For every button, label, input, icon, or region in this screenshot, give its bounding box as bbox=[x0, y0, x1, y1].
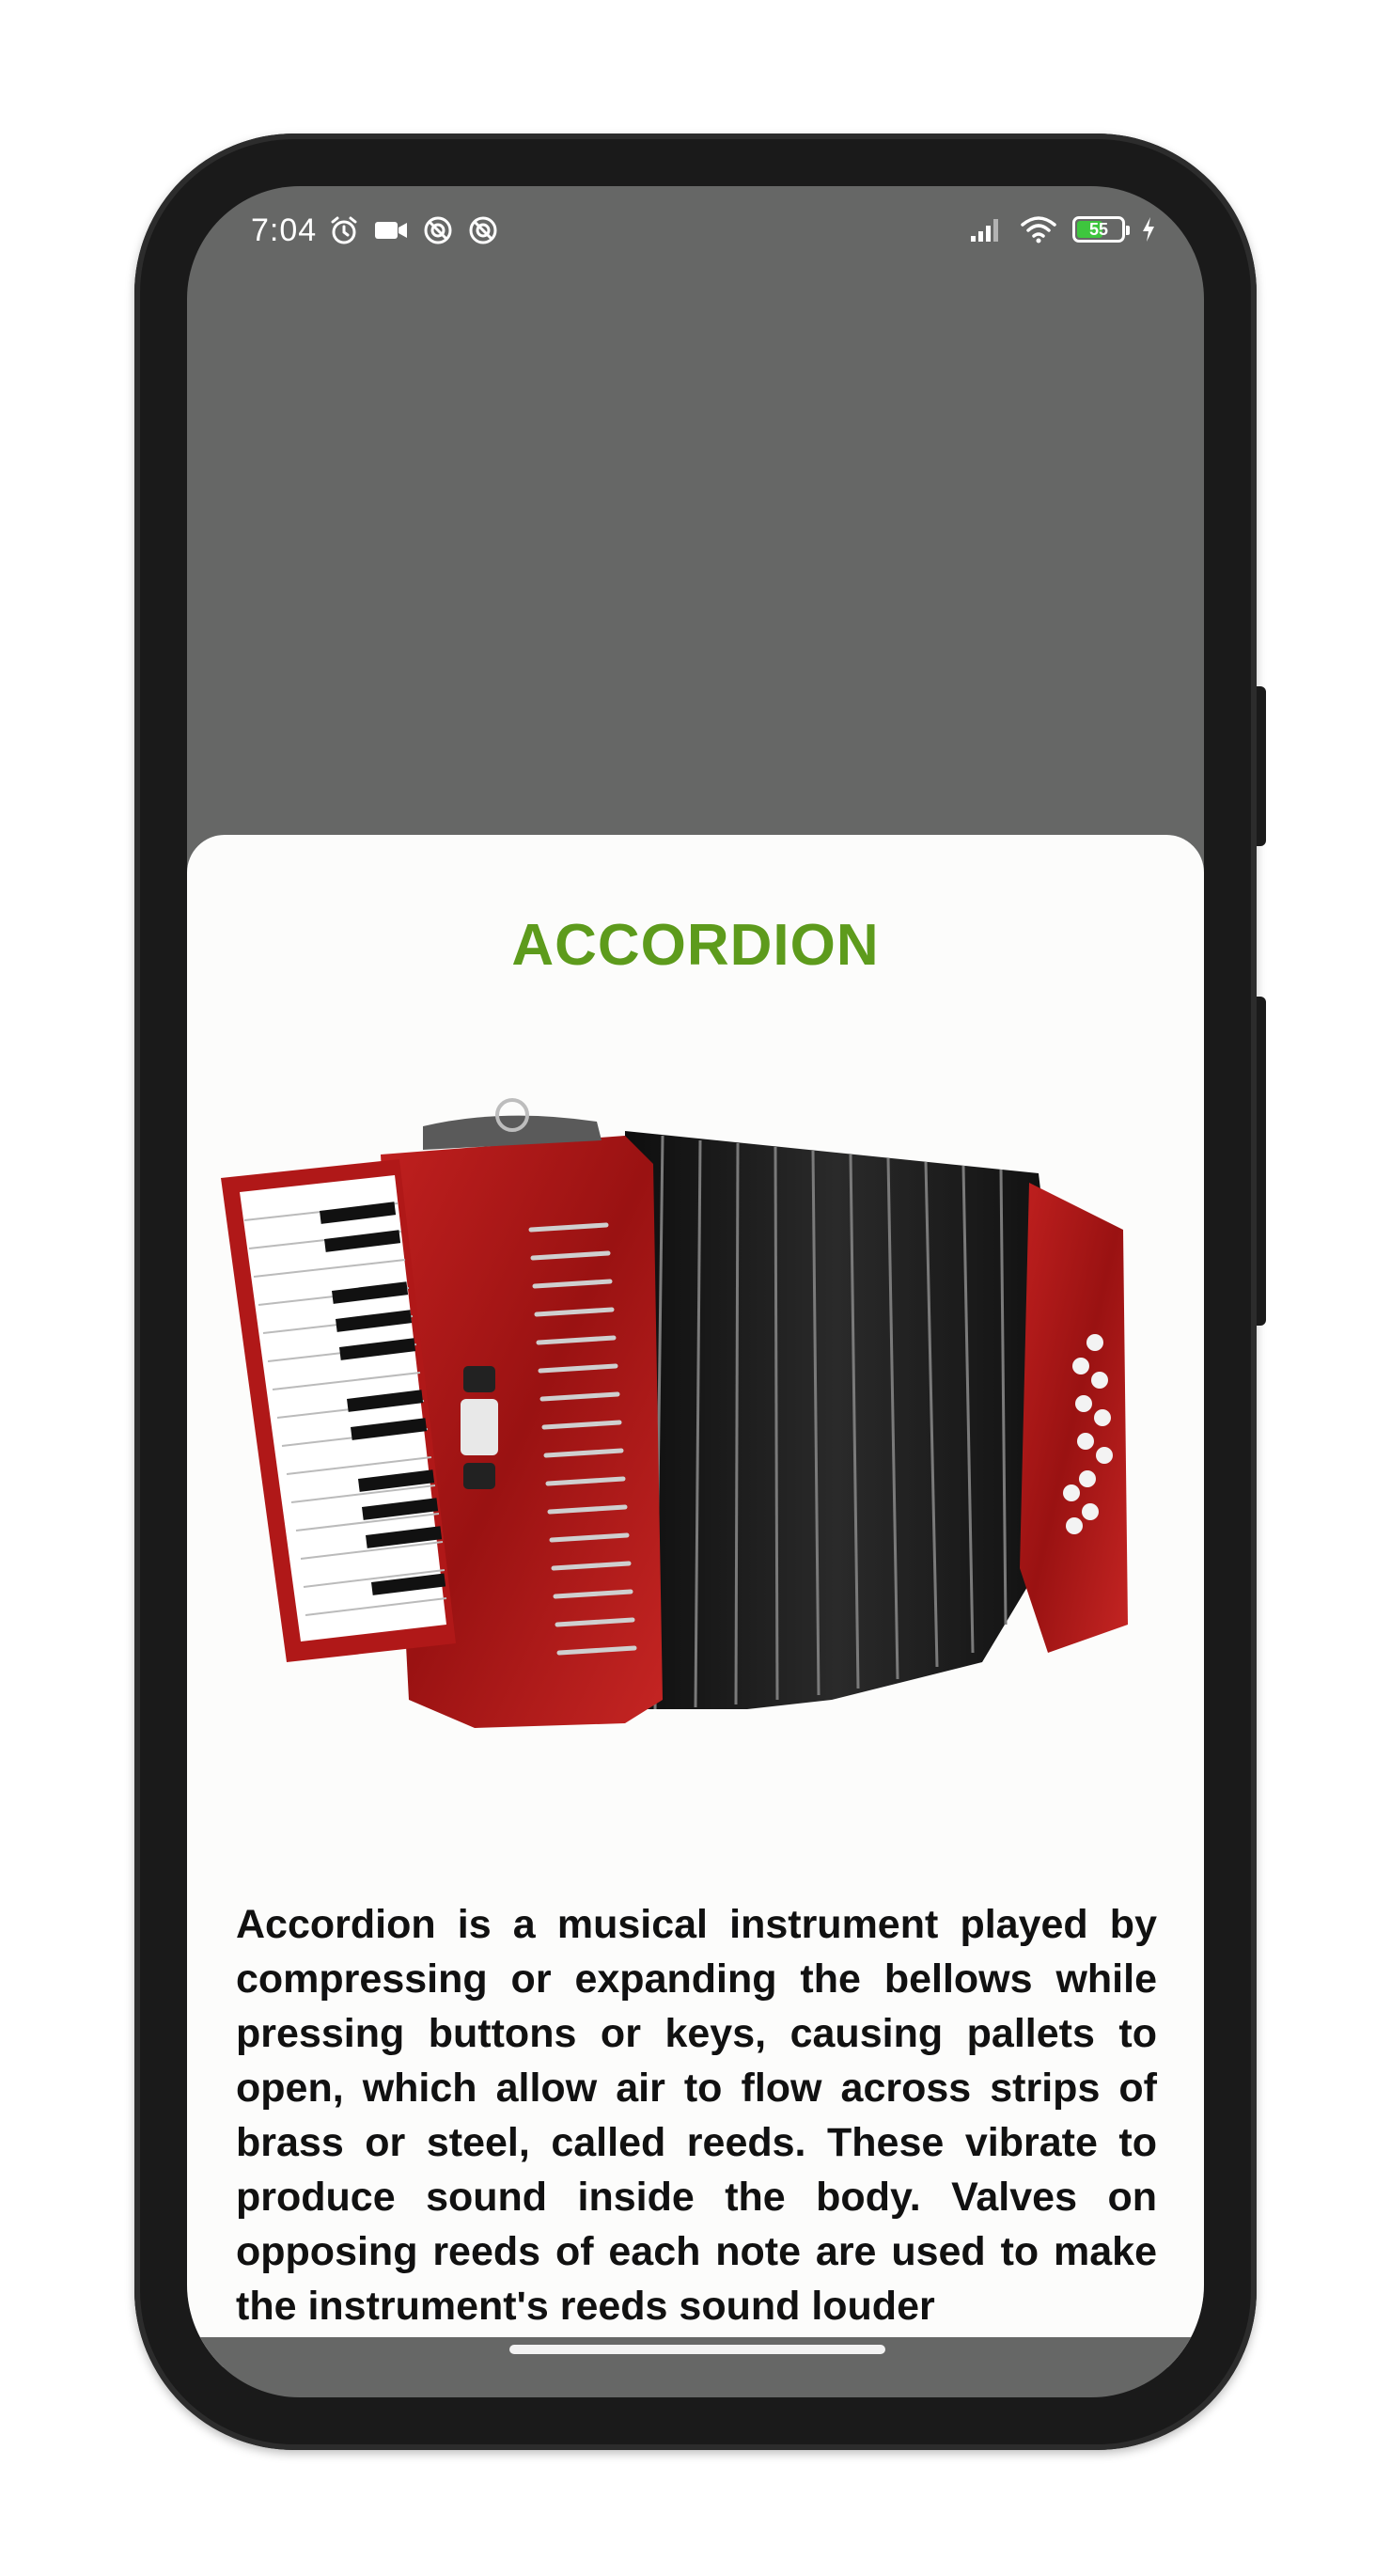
navigation-bar bbox=[187, 2337, 1204, 2367]
battery-tip bbox=[1126, 226, 1130, 235]
wifi-icon bbox=[1021, 216, 1056, 243]
status-time: 7:04 bbox=[251, 212, 318, 248]
status-bar: 7:04 55 bbox=[187, 186, 1204, 280]
charging-icon bbox=[1143, 217, 1154, 242]
battery-icon: 55 bbox=[1072, 216, 1130, 243]
screen: 7:04 55 ACCORDION Accordion is a musical… bbox=[187, 186, 1204, 2397]
alarm-icon bbox=[331, 216, 357, 244]
volume-button bbox=[1257, 686, 1266, 846]
home-indicator[interactable] bbox=[509, 2345, 885, 2354]
instrument-description: Accordion is a musical instrument played… bbox=[236, 1902, 1157, 2329]
detail-sheet: ACCORDION Accordion is a musical instrum… bbox=[187, 835, 1204, 2367]
do-not-disturb-icon bbox=[424, 216, 452, 244]
battery-level: 55 bbox=[1088, 219, 1109, 239]
power-button bbox=[1257, 997, 1266, 1326]
signal-icon bbox=[971, 219, 998, 242]
accordion-image bbox=[221, 1098, 1128, 1728]
status-icons-right: 55 bbox=[969, 214, 1157, 244]
instrument-title: ACCORDION bbox=[511, 913, 880, 978]
do-not-disturb-icon bbox=[469, 216, 497, 244]
status-icons-left bbox=[328, 214, 499, 246]
video-camera-icon bbox=[375, 222, 407, 239]
